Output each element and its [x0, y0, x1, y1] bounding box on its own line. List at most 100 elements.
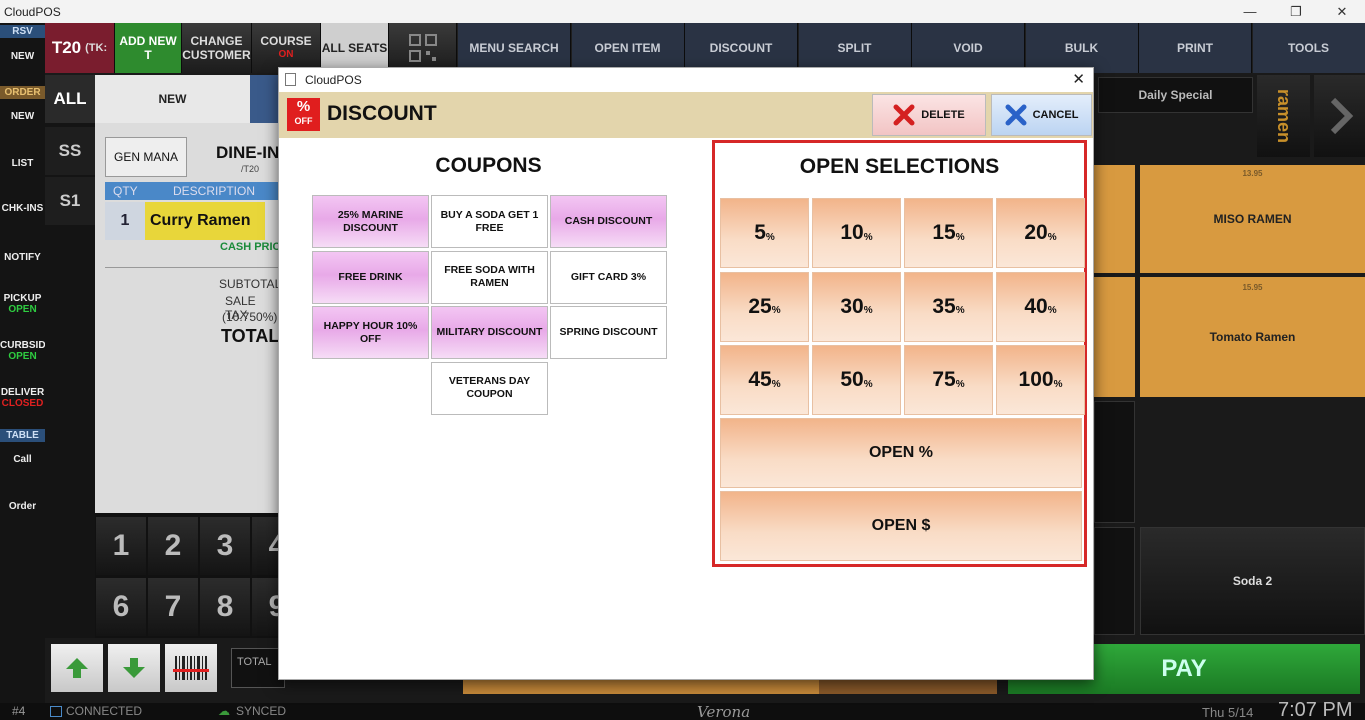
seat-tab-s1[interactable]: S1	[45, 177, 95, 225]
seat-tab-all[interactable]: ALL	[45, 75, 95, 123]
app-title: CloudPOS	[4, 4, 61, 19]
course-button[interactable]: COURSE ON	[252, 23, 321, 73]
all-seats-button[interactable]: ALL SEATS	[321, 23, 389, 73]
add-new-button[interactable]: ADD NEW T	[115, 23, 182, 73]
move-up-button[interactable]	[51, 644, 103, 692]
order-type: DINE-IN	[216, 143, 280, 162]
bottom-action-2[interactable]	[641, 680, 819, 694]
move-down-button[interactable]	[108, 644, 160, 692]
open-dollar-button[interactable]: OPEN $	[720, 491, 1082, 561]
action-bulk-button[interactable]: BULK	[1025, 23, 1139, 73]
rail-item-order[interactable]: Order	[0, 501, 45, 512]
action-menu-search-button[interactable]: MENU SEARCH	[458, 23, 571, 73]
rail-item-label: CHK-INS	[1, 203, 44, 214]
discount-50-percent-button[interactable]: 50%	[812, 345, 901, 415]
coupon-military-discount-button[interactable]: MILITARY DISCOUNT	[431, 306, 548, 359]
rail-item-new[interactable]: NEW	[0, 51, 45, 62]
category-daily-special[interactable]: Daily Special	[1098, 77, 1253, 113]
action-discount-button[interactable]: DISCOUNT	[685, 23, 798, 73]
keypad-key[interactable]: 8	[200, 578, 250, 636]
menu-tile-empty-2[interactable]	[1094, 527, 1135, 635]
left-rail: RSV NEW ORDER NEW LIST CHK-INS NOTIFY PICKUP OPE…	[0, 23, 46, 703]
rail-item-deliver[interactable]: DELIVER CLOSED	[0, 387, 45, 409]
keypad-key[interactable]: 1	[96, 517, 146, 575]
restore-icon[interactable]: ❐	[1273, 0, 1319, 23]
rail-item-chk-ins[interactable]: CHK-INS	[0, 203, 45, 214]
keypad-key[interactable]: 6	[96, 578, 146, 636]
menu-tile-empty-1[interactable]	[1094, 401, 1135, 523]
rail-item-new[interactable]: NEW	[0, 111, 45, 122]
coupon-free-soda-with-ramen-button[interactable]: FREE SODA WITH RAMEN	[431, 250, 548, 304]
table-button[interactable]: T20 (TK:	[45, 23, 115, 73]
action-tools-button[interactable]: TOOLS	[1252, 23, 1365, 73]
bottom-action-1[interactable]	[463, 680, 641, 694]
menu-tile-partial-2[interactable]	[1094, 277, 1135, 397]
barcode-button[interactable]	[165, 644, 217, 692]
rail-item-pickup[interactable]: PICKUP OPEN	[0, 293, 45, 315]
coupon-25-marine-discount-button[interactable]: 25% MARINE DISCOUNT	[312, 195, 429, 248]
new-order-tab[interactable]: NEW	[95, 75, 250, 123]
open-percent-button[interactable]: OPEN %	[720, 418, 1082, 488]
order-panel: NEW GEN MANA DINE-IN /T20 QTY DESCRIPTIO…	[95, 75, 288, 513]
cancel-button[interactable]: CANCEL	[991, 94, 1092, 136]
coupon-free-drink-button[interactable]: FREE DRINK	[312, 250, 429, 304]
sync-status: SYNCED	[236, 704, 287, 718]
rail-item-curbsid[interactable]: CURBSID OPEN	[0, 340, 46, 362]
discount-5-percent-button[interactable]: 5%	[720, 198, 809, 268]
open-selections-heading: OPEN SELECTIONS	[799, 155, 1000, 178]
change-customer-button[interactable]: CHANGE CUSTOMER	[182, 23, 252, 73]
percent-unit: %	[1053, 378, 1063, 390]
discount-45-percent-button[interactable]: 45%	[720, 345, 809, 415]
percent-off-icon-bottom: OFF	[294, 116, 313, 126]
menu-item-tomato-ramen[interactable]: 15.95 Tomato Ramen	[1140, 277, 1365, 397]
next-page-button[interactable]	[1314, 75, 1365, 157]
action-print-button[interactable]: PRINT	[1139, 23, 1252, 73]
discount-100-percent-button[interactable]: 100%	[996, 345, 1085, 415]
close-icon[interactable]: ✕	[1319, 0, 1365, 23]
action-void-button[interactable]: VOID	[912, 23, 1025, 73]
coupon-cash-discount-button[interactable]: CASH DISCOUNT	[550, 195, 667, 248]
rail-item-call[interactable]: Call	[0, 454, 45, 465]
discount-25-percent-button[interactable]: 25%	[720, 271, 809, 342]
category-side-tab[interactable]: ramen	[1257, 75, 1310, 157]
discount-40-percent-button[interactable]: 40%	[996, 271, 1085, 342]
delete-button[interactable]: DELETE	[872, 94, 986, 136]
rail-item-list[interactable]: LIST	[0, 158, 45, 169]
coupon-gift-card-3-button[interactable]: GIFT CARD 3%	[550, 250, 667, 304]
order-toolbar: TOTAL	[45, 638, 285, 703]
rail-item-notify[interactable]: NOTIFY	[0, 252, 45, 263]
percent-value: 40	[1024, 294, 1048, 318]
percent-value: 5	[754, 221, 766, 244]
seat-tab-ss[interactable]: SS	[45, 127, 95, 175]
bottom-action-3[interactable]	[819, 680, 997, 694]
qr-code-button[interactable]	[389, 23, 457, 73]
coupon-happy-hour-10-off-button[interactable]: HAPPY HOUR 10% OFF	[312, 306, 429, 359]
action-open-item-button[interactable]: OPEN ITEM	[571, 23, 685, 73]
keypad-key[interactable]: 2	[148, 517, 198, 575]
action-split-button[interactable]: SPLIT	[798, 23, 912, 73]
status-time: 7:07 PM	[1278, 699, 1353, 720]
rail-item-label: NEW	[10, 51, 35, 62]
server-button[interactable]: GEN MANA	[105, 137, 187, 177]
percent-unit: %	[1047, 305, 1057, 316]
coupon-spring-discount-button[interactable]: SPRING DISCOUNT	[550, 306, 667, 359]
minimize-icon[interactable]: —	[1227, 0, 1273, 23]
keypad-key[interactable]: 7	[148, 578, 198, 636]
coupon-veterans-day-coupon-button[interactable]: VETERANS DAY COUPON	[431, 361, 548, 415]
discount-30-percent-button[interactable]: 30%	[812, 271, 901, 342]
menu-item-soda-2[interactable]: Soda 2	[1140, 527, 1365, 635]
coupon-buy-a-soda-get-1-free-button[interactable]: BUY A SODA GET 1 FREE	[431, 195, 548, 248]
discount-15-percent-button[interactable]: 15%	[904, 198, 993, 268]
discount-75-percent-button[interactable]: 75%	[904, 345, 993, 415]
connection-status: CONNECTED	[66, 704, 143, 718]
total-label: TOTAL	[221, 326, 280, 346]
percent-unit: %	[863, 231, 873, 243]
menu-item-miso-ramen[interactable]: 13.95 MISO RAMEN	[1140, 165, 1365, 273]
discount-35-percent-button[interactable]: 35%	[904, 271, 993, 342]
discount-20-percent-button[interactable]: 20%	[996, 198, 1085, 268]
discount-10-percent-button[interactable]: 10%	[812, 198, 901, 268]
dialog-close-icon[interactable]: ✕	[1072, 70, 1085, 88]
keypad-key[interactable]: 3	[200, 517, 250, 575]
order-line[interactable]: 1 Curry Ramen	[105, 202, 280, 240]
menu-tile-partial-1[interactable]	[1094, 165, 1135, 273]
